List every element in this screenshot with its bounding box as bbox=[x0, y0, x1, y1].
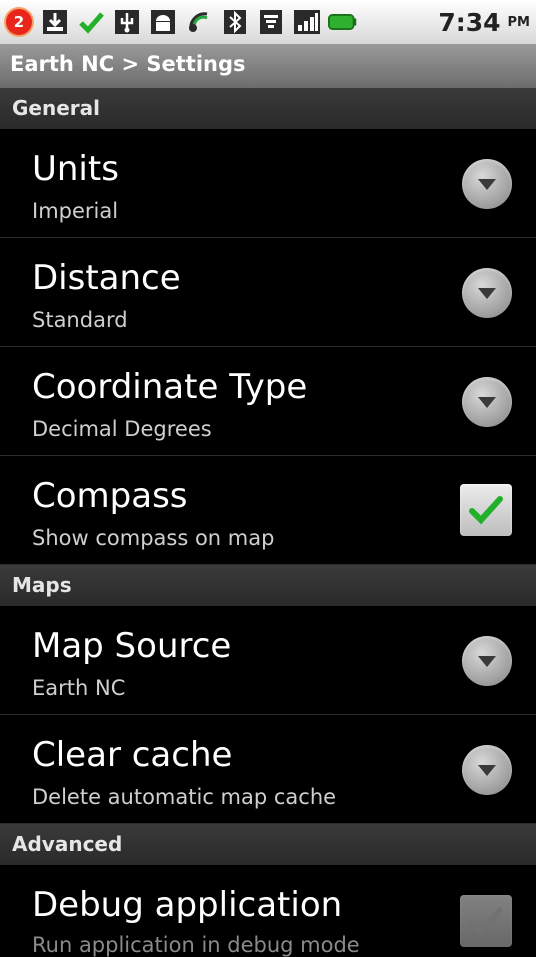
chevron-down-icon[interactable] bbox=[462, 636, 512, 686]
wifi-icon bbox=[256, 7, 286, 37]
setting-debug-summary: Run application in debug mode bbox=[32, 933, 360, 957]
title-bar: Earth NC > Settings bbox=[0, 44, 536, 89]
setting-debug-application[interactable]: Debug application Run application in deb… bbox=[0, 865, 536, 957]
setting-compass[interactable]: Compass Show compass on map bbox=[0, 456, 536, 565]
section-header-general: General bbox=[0, 88, 536, 129]
android-icon bbox=[148, 7, 178, 37]
status-bar: 2 7:34 PM bbox=[0, 0, 536, 44]
setting-compass-title: Compass bbox=[32, 476, 188, 516]
gps-icon bbox=[184, 7, 214, 37]
clock-ampm: PM bbox=[507, 14, 530, 30]
setting-units[interactable]: Units Imperial bbox=[0, 129, 536, 238]
setting-units-title: Units bbox=[32, 149, 119, 189]
debug-checkbox[interactable] bbox=[460, 895, 512, 947]
setting-clear-cache-summary: Delete automatic map cache bbox=[32, 785, 337, 809]
checkmark-icon bbox=[469, 907, 503, 936]
setting-debug-title: Debug application bbox=[32, 885, 343, 925]
section-general-label: General bbox=[12, 96, 100, 120]
chevron-down-icon[interactable] bbox=[462, 377, 512, 427]
chevron-down-icon[interactable] bbox=[462, 159, 512, 209]
setting-clear-cache-title: Clear cache bbox=[32, 735, 233, 775]
notification-icons: 2 bbox=[0, 7, 358, 37]
setting-distance-summary: Standard bbox=[32, 308, 128, 332]
section-advanced-label: Advanced bbox=[12, 832, 123, 856]
setting-distance[interactable]: Distance Standard bbox=[0, 238, 536, 347]
setting-units-summary: Imperial bbox=[32, 199, 119, 223]
setting-clear-cache[interactable]: Clear cache Delete automatic map cache bbox=[0, 715, 536, 824]
section-header-advanced: Advanced bbox=[0, 824, 536, 865]
battery-icon bbox=[328, 7, 358, 37]
setting-map-source-title: Map Source bbox=[32, 626, 232, 666]
setting-map-source[interactable]: Map Source Earth NC bbox=[0, 606, 536, 715]
chevron-down-icon[interactable] bbox=[462, 745, 512, 795]
check-icon bbox=[76, 7, 106, 37]
download-icon bbox=[40, 7, 70, 37]
section-maps-label: Maps bbox=[12, 573, 72, 597]
page-title: Earth NC > Settings bbox=[10, 52, 246, 76]
compass-checkbox[interactable] bbox=[460, 484, 512, 536]
notification-count: 2 bbox=[6, 9, 32, 35]
checkmark-icon bbox=[469, 496, 503, 525]
setting-coordinate-title: Coordinate Type bbox=[32, 367, 308, 407]
setting-map-source-summary: Earth NC bbox=[32, 676, 126, 700]
setting-coordinate-summary: Decimal Degrees bbox=[32, 417, 212, 441]
setting-coordinate-type[interactable]: Coordinate Type Decimal Degrees bbox=[0, 347, 536, 456]
section-header-maps: Maps bbox=[0, 565, 536, 606]
signal-icon bbox=[292, 7, 322, 37]
clock: 7:34 PM bbox=[438, 8, 536, 37]
chevron-down-icon[interactable] bbox=[462, 268, 512, 318]
notification-badge-icon[interactable]: 2 bbox=[4, 7, 34, 37]
clock-time: 7:34 bbox=[438, 7, 501, 37]
setting-compass-summary: Show compass on map bbox=[32, 526, 275, 550]
bluetooth-icon bbox=[220, 7, 250, 37]
usb-icon bbox=[112, 7, 142, 37]
setting-distance-title: Distance bbox=[32, 258, 181, 298]
